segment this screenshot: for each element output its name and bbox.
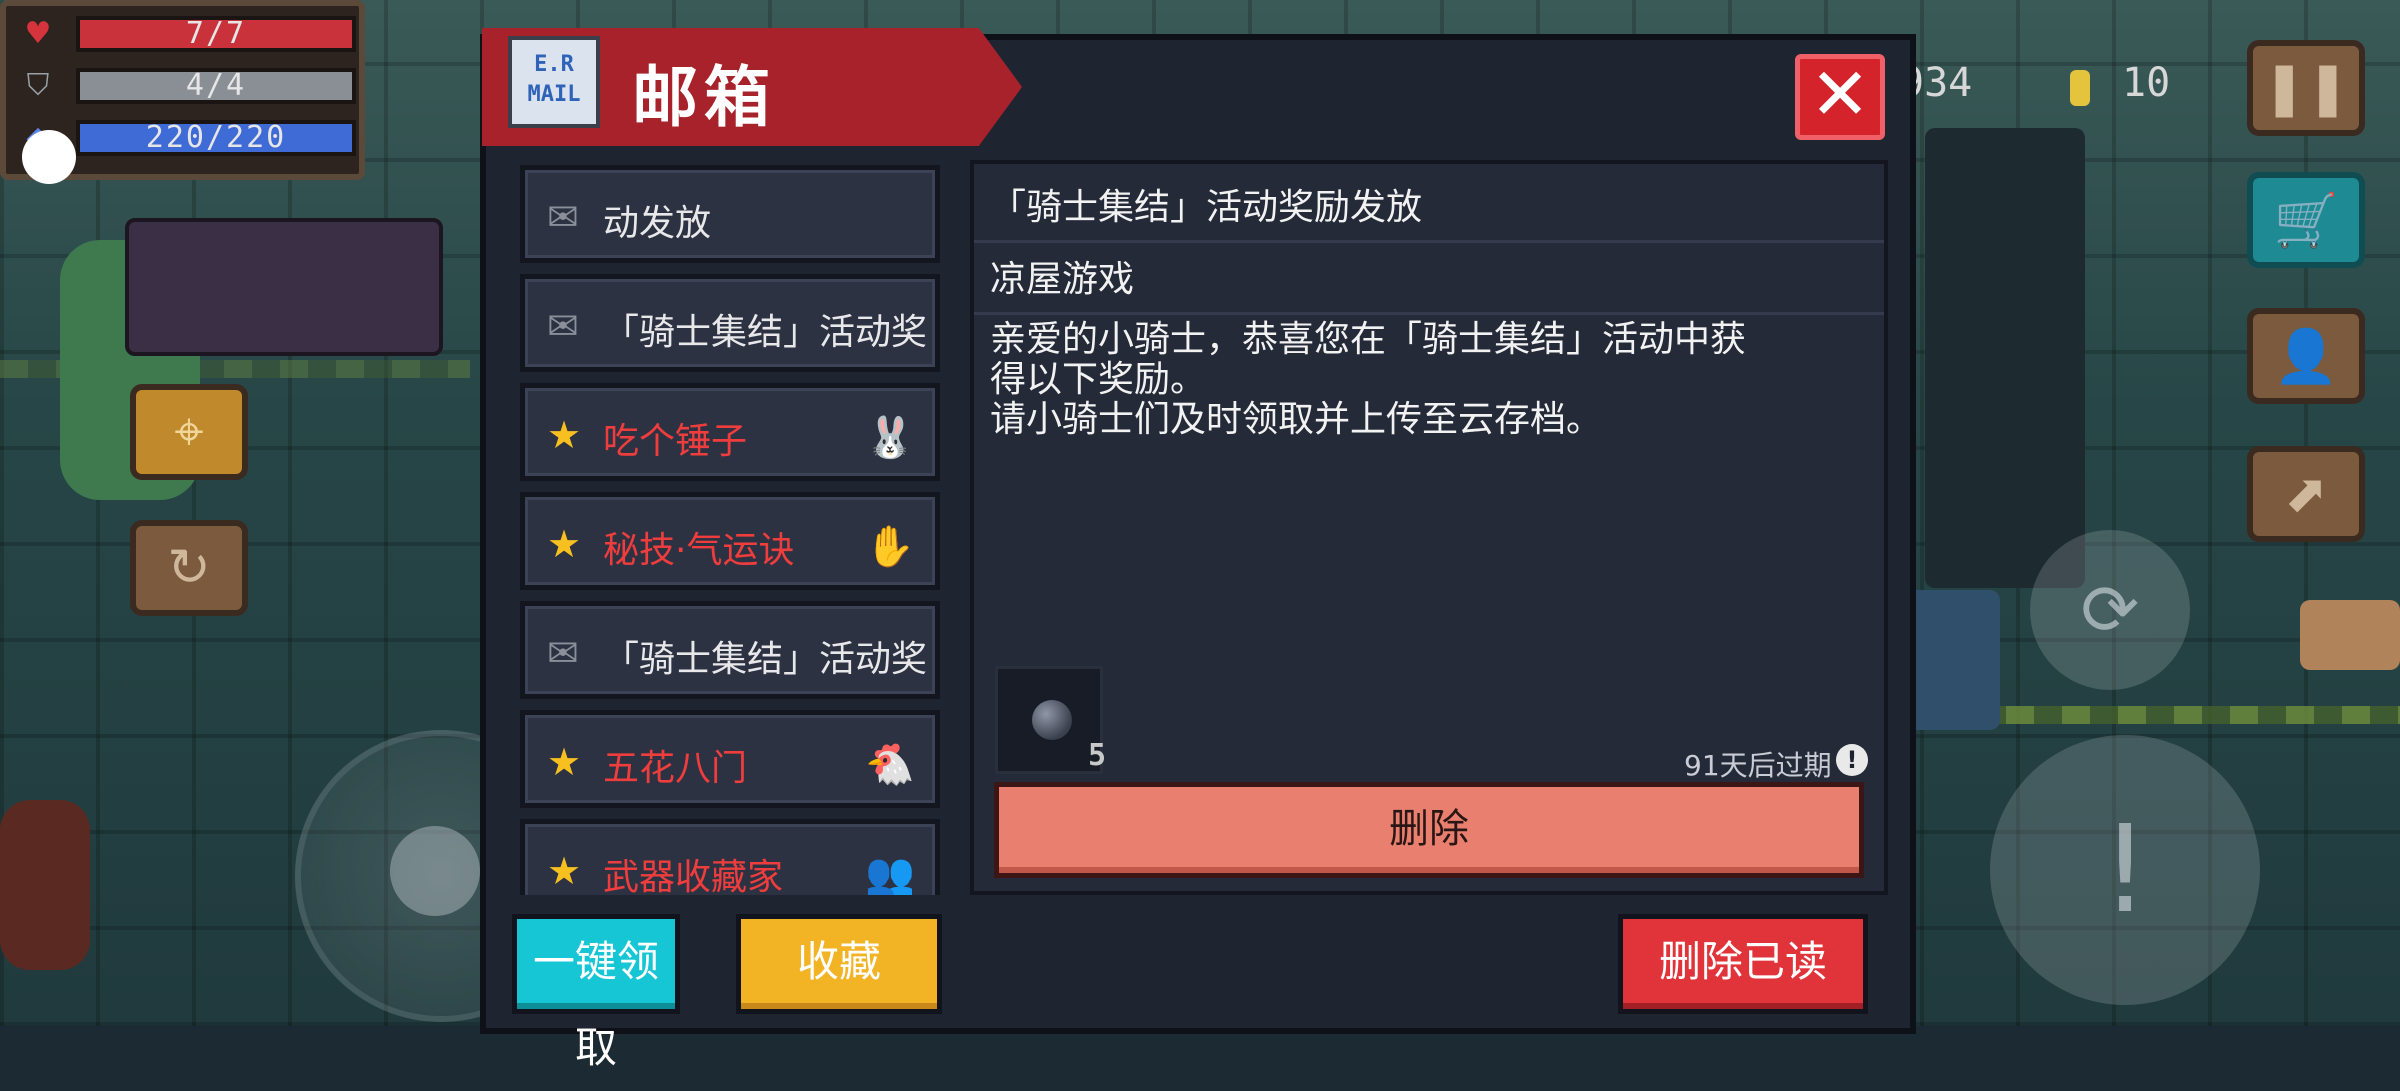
mailbox-title: 邮箱 (632, 59, 776, 136)
pause-button[interactable]: ❚❚ (2247, 40, 2365, 136)
exit-button[interactable]: ⬈ (2247, 446, 2365, 542)
divider (974, 312, 1884, 315)
mail-list-item[interactable]: ✉ 「骑士集结」活动奖 (520, 601, 940, 699)
swap-weapon-icon[interactable]: ⟳ (2030, 530, 2190, 690)
touch-indicator (22, 130, 76, 184)
refresh-button[interactable]: ↻ (130, 520, 248, 616)
armor-row: ⛉ 4/4 (20, 66, 356, 106)
gem-attachment-icon (1032, 700, 1072, 740)
opened-mail-icon: ✉ (547, 304, 579, 348)
mail-list-item[interactable]: ✉ 动发放 (520, 165, 940, 263)
star-icon: ★ (547, 740, 582, 784)
delete-read-button[interactable]: 删除已读 (1618, 914, 1868, 1014)
rabbit-thumb-icon: 🐰 (865, 414, 915, 461)
mail-sender: 凉屋游戏 (990, 259, 1135, 300)
mail-item-label: 武器收藏家 (603, 857, 784, 895)
mail-item-label: 动发放 (603, 203, 712, 244)
mail-list-item[interactable]: ★ 吃个锤子 🐰 (520, 383, 940, 481)
notice-board (2300, 600, 2400, 670)
armor-bar: 4/4 (76, 68, 356, 104)
mail-item-label: 「骑士集结」活动奖 (603, 312, 928, 353)
mail-list-item[interactable]: ★ 武器收藏家 👥 (520, 819, 940, 895)
wall-panel (1925, 128, 2085, 588)
star-icon: ★ (547, 849, 582, 893)
claim-all-button[interactable]: 一键领取 (512, 914, 680, 1072)
location-button[interactable]: ⌖ (130, 384, 248, 480)
profile-button[interactable]: 👤 (2247, 308, 2365, 404)
mail-item-label: 五花八门 (603, 748, 748, 789)
opened-mail-icon: ✉ (547, 195, 579, 239)
mail-list-item[interactable]: ★ 五花八门 🐔 (520, 710, 940, 808)
character-sprite (0, 800, 90, 970)
chicken-thumb-icon: 🐔 (865, 741, 915, 788)
hp-row: ♥ 7/7 (20, 14, 356, 54)
expiry-text: 91天后过期 (1684, 749, 1832, 782)
gold-coin-icon (2070, 70, 2090, 106)
heart-icon: ♥ (24, 16, 52, 51)
joystick-knob[interactable] (390, 826, 480, 916)
attachment-count: 5 (1088, 738, 1107, 773)
gold-count: 10 (2122, 60, 2171, 106)
hand-beam-thumb-icon: ✋ (865, 523, 915, 570)
mail-list[interactable]: ✉ 动发放 ✉ 「骑士集结」活动奖 ★ 吃个锤子 🐰 ★ 秘技·气运诀 ✋ ✉ … (510, 160, 940, 895)
favorite-button[interactable]: 收藏 (736, 914, 942, 1014)
attack-button[interactable]: ! (1990, 735, 2260, 1005)
star-icon: ★ (547, 413, 582, 457)
shop-cart-icon[interactable]: 🛒 (2247, 172, 2365, 268)
characters-thumb-icon: 👥 (865, 850, 915, 896)
mail-body: 亲爱的小骑士，恭喜您在「骑士集结」活动中获 得以下奖励。 请小骑士们及时领取并上… (990, 319, 1747, 440)
mail-envelope-icon: E.R MAIL (508, 36, 600, 128)
mail-list-item[interactable]: ✉ 「骑士集结」活动奖 (520, 274, 940, 372)
close-button[interactable]: ✕ (1795, 54, 1885, 140)
divider (974, 240, 1884, 243)
activity-banner[interactable] (125, 218, 443, 356)
mail-item-label: 吃个锤子 (603, 421, 748, 462)
hp-bar: 7/7 (76, 16, 356, 52)
mail-list-item[interactable]: ★ 秘技·气运诀 ✋ (520, 492, 940, 590)
floor-stripe (1950, 706, 2400, 724)
delete-button[interactable]: 删除 (994, 782, 1864, 878)
opened-mail-icon: ✉ (547, 631, 579, 675)
info-icon[interactable]: ! (1836, 744, 1868, 776)
star-icon: ★ (547, 522, 582, 566)
mail-subject: 「骑士集结」活动奖励发放 (990, 187, 1423, 228)
mail-item-label: 「骑士集结」活动奖 (603, 639, 928, 680)
mail-item-label: 秘技·气运诀 (603, 530, 795, 571)
energy-bar: 220/220 (76, 120, 356, 156)
shield-icon: ⛉ (26, 68, 50, 103)
